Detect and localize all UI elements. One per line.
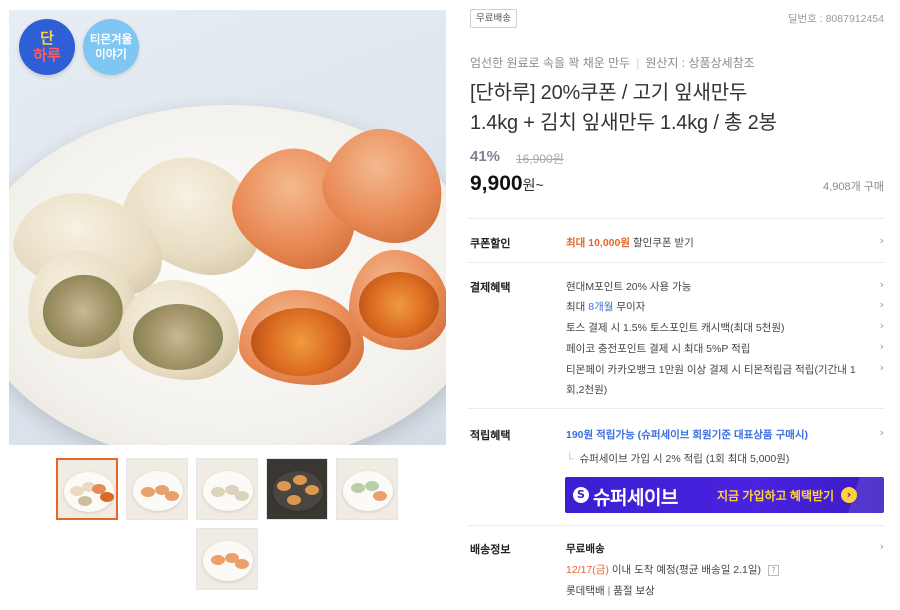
payment-benefit-5-cont: 회,2천원)	[566, 384, 608, 396]
shipping-type: 무료배송	[566, 543, 605, 555]
payment-benefit-2-suffix: 무이자	[613, 301, 646, 313]
purchase-count: 4,908개 구매	[823, 181, 884, 193]
courier-name: 롯데택배	[566, 585, 605, 597]
divider	[468, 262, 884, 263]
divider	[468, 408, 884, 409]
payment-benefit-2-chevron-icon[interactable]: ›	[880, 298, 884, 311]
payment-benefit-3-chevron-icon[interactable]: ›	[880, 319, 884, 332]
rewards-label: 적립혜택	[470, 430, 511, 442]
payment-benefit-5: 티몬페이 카카오뱅크 1만원 이상 결제 시 티몬적립금 적립(기간내 1	[566, 364, 856, 376]
rewards-sub-text: 슈퍼세이브 가입 시 2% 적립 (1회 최대 5,000원)	[579, 453, 790, 465]
payment-benefit-2-prefix: 최대	[566, 301, 589, 313]
payment-benefit-3: 토스 결제 시 1.5% 토스포인트 캐시백(최대 5천원)	[566, 322, 785, 334]
payment-benefit-4-chevron-icon[interactable]: ›	[880, 340, 884, 353]
brand-badge: 단 하루	[19, 19, 75, 75]
payment-benefit-2-months: 8개월	[588, 301, 614, 313]
coupon-label: 쿠폰할인	[470, 238, 511, 250]
payment-benefit-5-chevron-icon[interactable]: ›	[880, 361, 884, 374]
coupon-amount: 최대 10,000원	[566, 237, 631, 249]
shipping-date: 12/17(금)	[566, 564, 609, 576]
product-info-panel: 무료배송 딜번호 : 8087912454 엄선한 원료로 속을 꽉 채운 만두…	[468, 0, 884, 610]
brand-badge-line2: 하루	[33, 46, 61, 64]
coupon-text: 할인쿠폰 받기	[632, 237, 694, 249]
thumbnail-6[interactable]	[196, 528, 258, 590]
thumbnail-5[interactable]	[336, 458, 398, 520]
super-save-banner[interactable]: S 슈퍼세이브 지금 가입하고 혜택받기 ›	[565, 477, 884, 513]
thumbnail-2[interactable]	[126, 458, 188, 520]
thumbnail-3[interactable]	[196, 458, 258, 520]
campaign-badge-line2: 이야기	[95, 47, 127, 61]
divider	[468, 525, 884, 526]
discount-rate: 41%	[470, 148, 501, 165]
shipping-eta-text: 이내 도착 예정(평균 배송일 2.1일)	[611, 564, 762, 576]
banner-arrow-icon: ›	[841, 487, 857, 503]
shipping-eta: 12/17(금) 이내 도착 예정(평균 배송일 2.1일) ?	[566, 562, 779, 577]
sale-price: 9,900원~	[470, 172, 544, 196]
brand-badge-line1: 단	[40, 29, 54, 47]
rewards-amount: 190원 적립가능	[566, 429, 635, 441]
super-save-logo-icon: S	[573, 487, 589, 503]
product-title: [단하루] 20%쿠폰 / 고기 잎새만두 1.4kg + 김치 잎새만두 1.…	[470, 78, 884, 138]
sale-price-value: 9,900	[470, 172, 523, 195]
soldout-guarantee: 품절 보상	[613, 585, 655, 597]
title-line-2: 1.4kg + 김치 잎새만두 1.4kg / 총 2봉	[470, 112, 777, 134]
thumbnail-4[interactable]	[266, 458, 328, 520]
shipping-chevron-icon[interactable]: ›	[880, 540, 884, 553]
subtitle-divider: |	[636, 56, 640, 70]
courier-divider: |	[607, 585, 611, 597]
banner-title: 슈퍼세이브	[593, 488, 678, 509]
payment-benefit-1-chevron-icon[interactable]: ›	[880, 278, 884, 291]
title-line-1: [단하루] 20%쿠폰 / 고기 잎새만두	[470, 82, 748, 104]
product-main-image: 단 하루 티몬겨울 이야기	[9, 10, 446, 445]
payment-benefit-2: 최대 8개월 무이자	[566, 299, 645, 314]
rewards-detail: (슈퍼세이브 회원기준 대표상품 구매시)	[637, 429, 808, 441]
rewards-chevron-icon[interactable]: ›	[880, 426, 884, 439]
coupon-chevron-icon[interactable]: ›	[880, 234, 884, 247]
shipping-courier: 롯데택배 | 품절 보상	[566, 583, 655, 598]
thumbnail-1[interactable]	[56, 458, 118, 520]
elbow-icon: └	[566, 453, 574, 465]
original-price: 16,900원	[516, 152, 564, 166]
shipping-info-icon[interactable]: ?	[767, 564, 779, 576]
origin-text: 원산지 : 상품상세참조	[645, 56, 755, 70]
rewards-summary: 190원 적립가능 (슈퍼세이브 회원기준 대표상품 구매시)	[566, 427, 808, 442]
payment-benefits-label: 결제혜택	[470, 282, 511, 294]
campaign-badge: 티몬겨울 이야기	[83, 19, 139, 75]
payment-benefit-4: 페이코 충전포인트 결제 시 최대 5%P 적립	[566, 343, 751, 355]
subtitle-text: 엄선한 원료로 속을 꽉 채운 만두	[470, 56, 631, 70]
banner-cta: 지금 가입하고 혜택받기	[717, 489, 835, 503]
deal-number: 딜번호 : 8087912454	[787, 13, 884, 25]
campaign-badge-line1: 티몬겨울	[89, 32, 133, 46]
rewards-sub: └ 슈퍼세이브 가입 시 2% 적립 (1회 최대 5,000원)	[566, 451, 789, 466]
coupon-download-link[interactable]: 최대 10,000원 할인쿠폰 받기	[566, 235, 694, 250]
sale-price-suffix: 원~	[522, 177, 544, 193]
shipping-label: 배송정보	[470, 544, 511, 556]
divider	[468, 218, 884, 219]
free-shipping-tag: 무료배송	[470, 9, 517, 28]
payment-benefit-1: 현대M포인트 20% 사용 가능	[566, 281, 692, 293]
product-subtitle: 엄선한 원료로 속을 꽉 채운 만두 | 원산지 : 상품상세참조	[470, 54, 755, 71]
